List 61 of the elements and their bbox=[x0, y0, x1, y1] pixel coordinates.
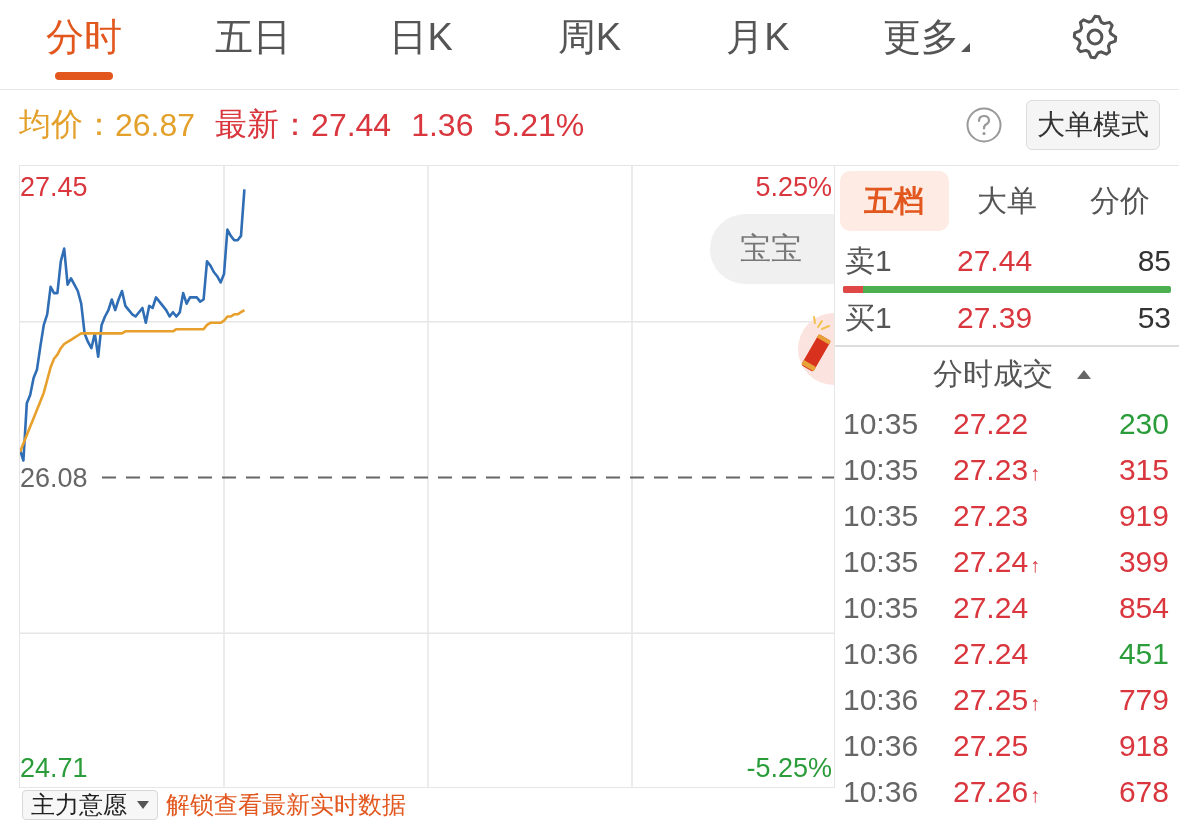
chart-period-tab[interactable]: 五日 bbox=[168, 0, 337, 80]
order-volume: 85 bbox=[1137, 244, 1171, 278]
trade-time: 10:36 bbox=[843, 683, 920, 717]
dropdown-triangle-icon bbox=[960, 43, 970, 52]
trade-time: 10:36 bbox=[843, 637, 920, 671]
latest-price: 27.44 bbox=[311, 106, 392, 144]
price-axis-label: 27.45 bbox=[20, 171, 88, 204]
unlock-realtime-link[interactable]: 解锁查看最新实时数据 bbox=[166, 789, 406, 821]
caret-down-icon bbox=[137, 801, 149, 809]
order-panel-tab[interactable]: 大单 bbox=[952, 171, 1062, 231]
trade-time: 10:35 bbox=[843, 407, 920, 441]
price-axis-label: 24.71 bbox=[20, 751, 88, 784]
trade-volume: 854 bbox=[1118, 591, 1169, 625]
trade-time: 10:36 bbox=[843, 775, 920, 809]
help-icon[interactable] bbox=[966, 107, 1002, 143]
order-volume: 53 bbox=[1137, 301, 1171, 335]
price-change: 1.36 bbox=[411, 106, 474, 144]
trade-volume: 315 bbox=[1118, 453, 1169, 487]
collapse-triangle-icon[interactable] bbox=[1077, 369, 1091, 379]
trade-volume: 399 bbox=[1118, 545, 1169, 579]
trade-time: 10:35 bbox=[843, 453, 920, 487]
trades-title: 分时成交 bbox=[933, 355, 1053, 392]
trade-price: 27.23↑ bbox=[953, 453, 1042, 487]
chart-period-tab[interactable]: 月K bbox=[673, 0, 843, 80]
average-price-label: 均价： bbox=[19, 105, 115, 144]
percent-axis-label: 5.25% bbox=[755, 171, 832, 203]
order-level-label: 买1 bbox=[845, 299, 893, 336]
order-price: 27.44 bbox=[957, 244, 1034, 278]
trade-time: 10:35 bbox=[843, 591, 920, 625]
trade-volume: 919 bbox=[1118, 499, 1169, 533]
trade-time: 10:35 bbox=[843, 545, 920, 579]
price-axis-label: 26.08 bbox=[20, 461, 88, 494]
trade-price: 27.24↑ bbox=[953, 545, 1042, 579]
chart-period-tab[interactable]: 更多 bbox=[842, 0, 1011, 80]
trade-volume: 678 bbox=[1118, 775, 1169, 809]
big-order-mode-button[interactable]: 大单模式 bbox=[1026, 100, 1160, 150]
trade-price: 27.24 bbox=[953, 591, 1030, 625]
order-price: 27.39 bbox=[957, 301, 1034, 335]
trade-volume: 779 bbox=[1118, 683, 1169, 717]
trade-time: 10:36 bbox=[843, 729, 920, 763]
order-level-label: 卖1 bbox=[845, 242, 893, 279]
message-bubble[interactable]: 宝宝 bbox=[710, 214, 834, 284]
average-price: 26.87 bbox=[115, 106, 196, 144]
price-change-percent: 5.21% bbox=[493, 106, 585, 144]
trade-price: 27.26↑ bbox=[953, 775, 1042, 809]
order-panel-tab[interactable]: 分价 bbox=[1065, 171, 1174, 231]
trade-price: 27.24 bbox=[953, 637, 1030, 671]
trade-volume: 451 bbox=[1118, 637, 1169, 671]
latest-price-label: 最新： bbox=[215, 105, 312, 144]
trade-time: 10:35 bbox=[843, 499, 920, 533]
indicator-dropdown[interactable]: 主力意愿 bbox=[22, 790, 158, 820]
percent-axis-label: -5.25% bbox=[746, 751, 832, 784]
chart-period-tab[interactable]: 日K bbox=[336, 0, 506, 80]
trade-price: 27.22 bbox=[953, 407, 1030, 441]
trade-price: 27.25↑ bbox=[953, 683, 1042, 717]
trade-volume: 918 bbox=[1118, 729, 1169, 763]
chart-period-tab[interactable]: 周K bbox=[505, 0, 674, 80]
chart-period-tab[interactable]: 分时 bbox=[0, 0, 169, 80]
trade-price: 27.25 bbox=[953, 729, 1030, 763]
trade-volume: 230 bbox=[1118, 407, 1169, 441]
trade-price: 27.23 bbox=[953, 499, 1030, 533]
